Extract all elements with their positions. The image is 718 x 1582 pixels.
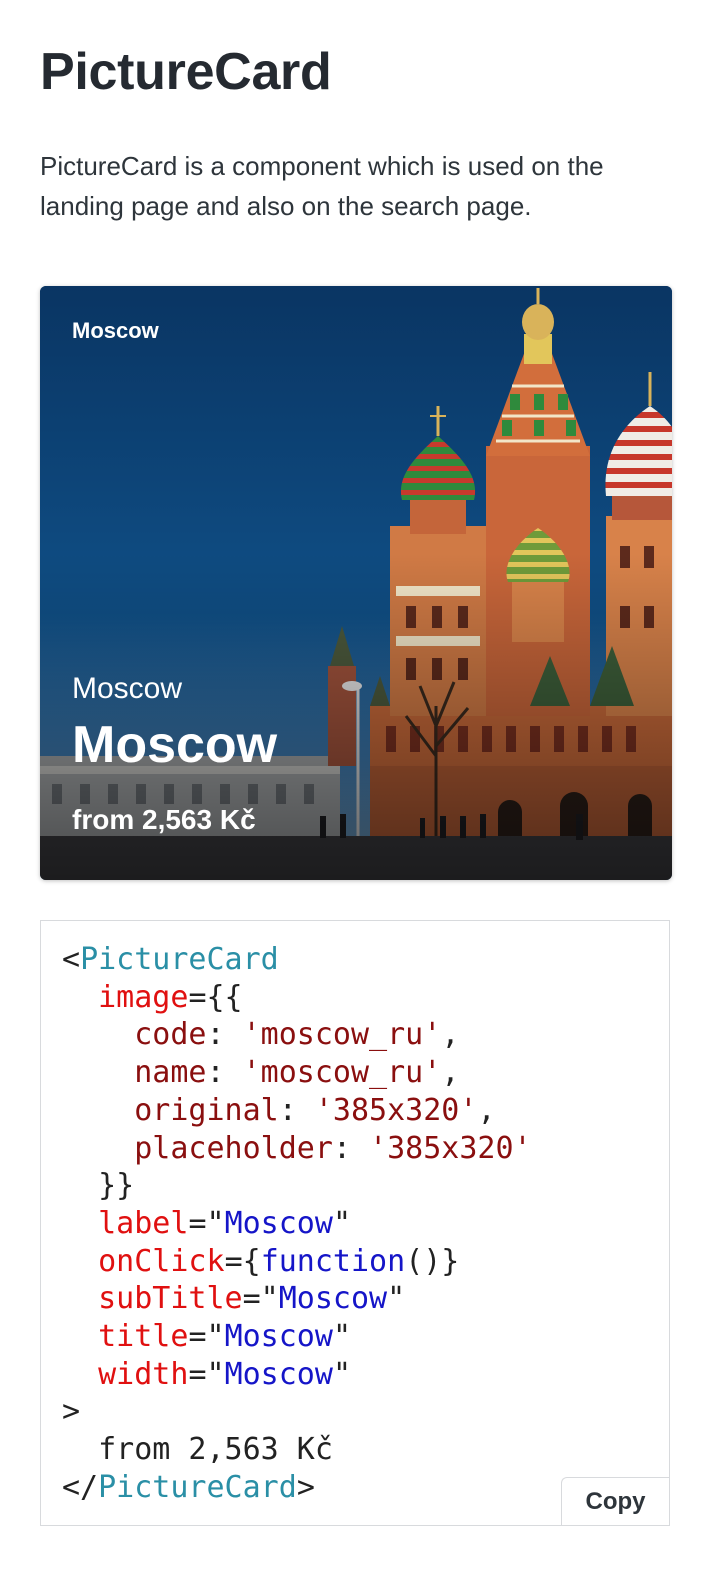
code-attr-label: label	[98, 1205, 189, 1241]
code-attr-image: image	[98, 979, 189, 1015]
code-value: Moscow	[224, 1356, 333, 1392]
card-price: from 2,563 Kč	[72, 804, 256, 835]
code-key: placeholder	[134, 1130, 333, 1166]
picture-card[interactable]: Moscow Moscow Moscow from 2,563 Kč	[40, 286, 672, 880]
code-attr-subtitle: subTitle	[98, 1281, 243, 1317]
code-value: Moscow	[224, 1205, 333, 1241]
code-value: Moscow	[278, 1281, 388, 1317]
code-children: from 2,563 Kč	[98, 1432, 333, 1468]
card-title: Moscow	[72, 716, 278, 774]
code-tag-open: PictureCard	[80, 942, 279, 977]
moscow-photo	[40, 286, 672, 880]
code-function: function	[260, 1243, 406, 1279]
code-string: 'moscow_ru'	[242, 1017, 442, 1053]
code-string: 'moscow_ru'	[242, 1055, 442, 1091]
code-attr-width: width	[98, 1356, 189, 1392]
code-key: code	[134, 1017, 207, 1053]
code-value: Moscow	[224, 1319, 333, 1355]
card-subtitle: Moscow	[72, 672, 183, 705]
code-block: <PictureCard image={{ code: 'moscow_ru',…	[62, 942, 532, 1505]
code-string: '385x320'	[369, 1130, 532, 1166]
page-description: PictureCard is a component which is used…	[40, 151, 604, 221]
code-string: '385x320'	[314, 1092, 478, 1128]
code-key: name	[134, 1055, 207, 1091]
page-title: PictureCard	[40, 43, 332, 101]
code-tag-close: PictureCard	[98, 1469, 297, 1505]
copy-button[interactable]: Copy	[561, 1477, 669, 1525]
code-attr-onclick: onClick	[98, 1243, 225, 1279]
code-key: original	[134, 1092, 279, 1128]
card-label: Moscow	[72, 318, 159, 343]
code-example: <PictureCard image={{ code: 'moscow_ru',…	[40, 920, 670, 1526]
code-attr-title: title	[98, 1319, 189, 1355]
